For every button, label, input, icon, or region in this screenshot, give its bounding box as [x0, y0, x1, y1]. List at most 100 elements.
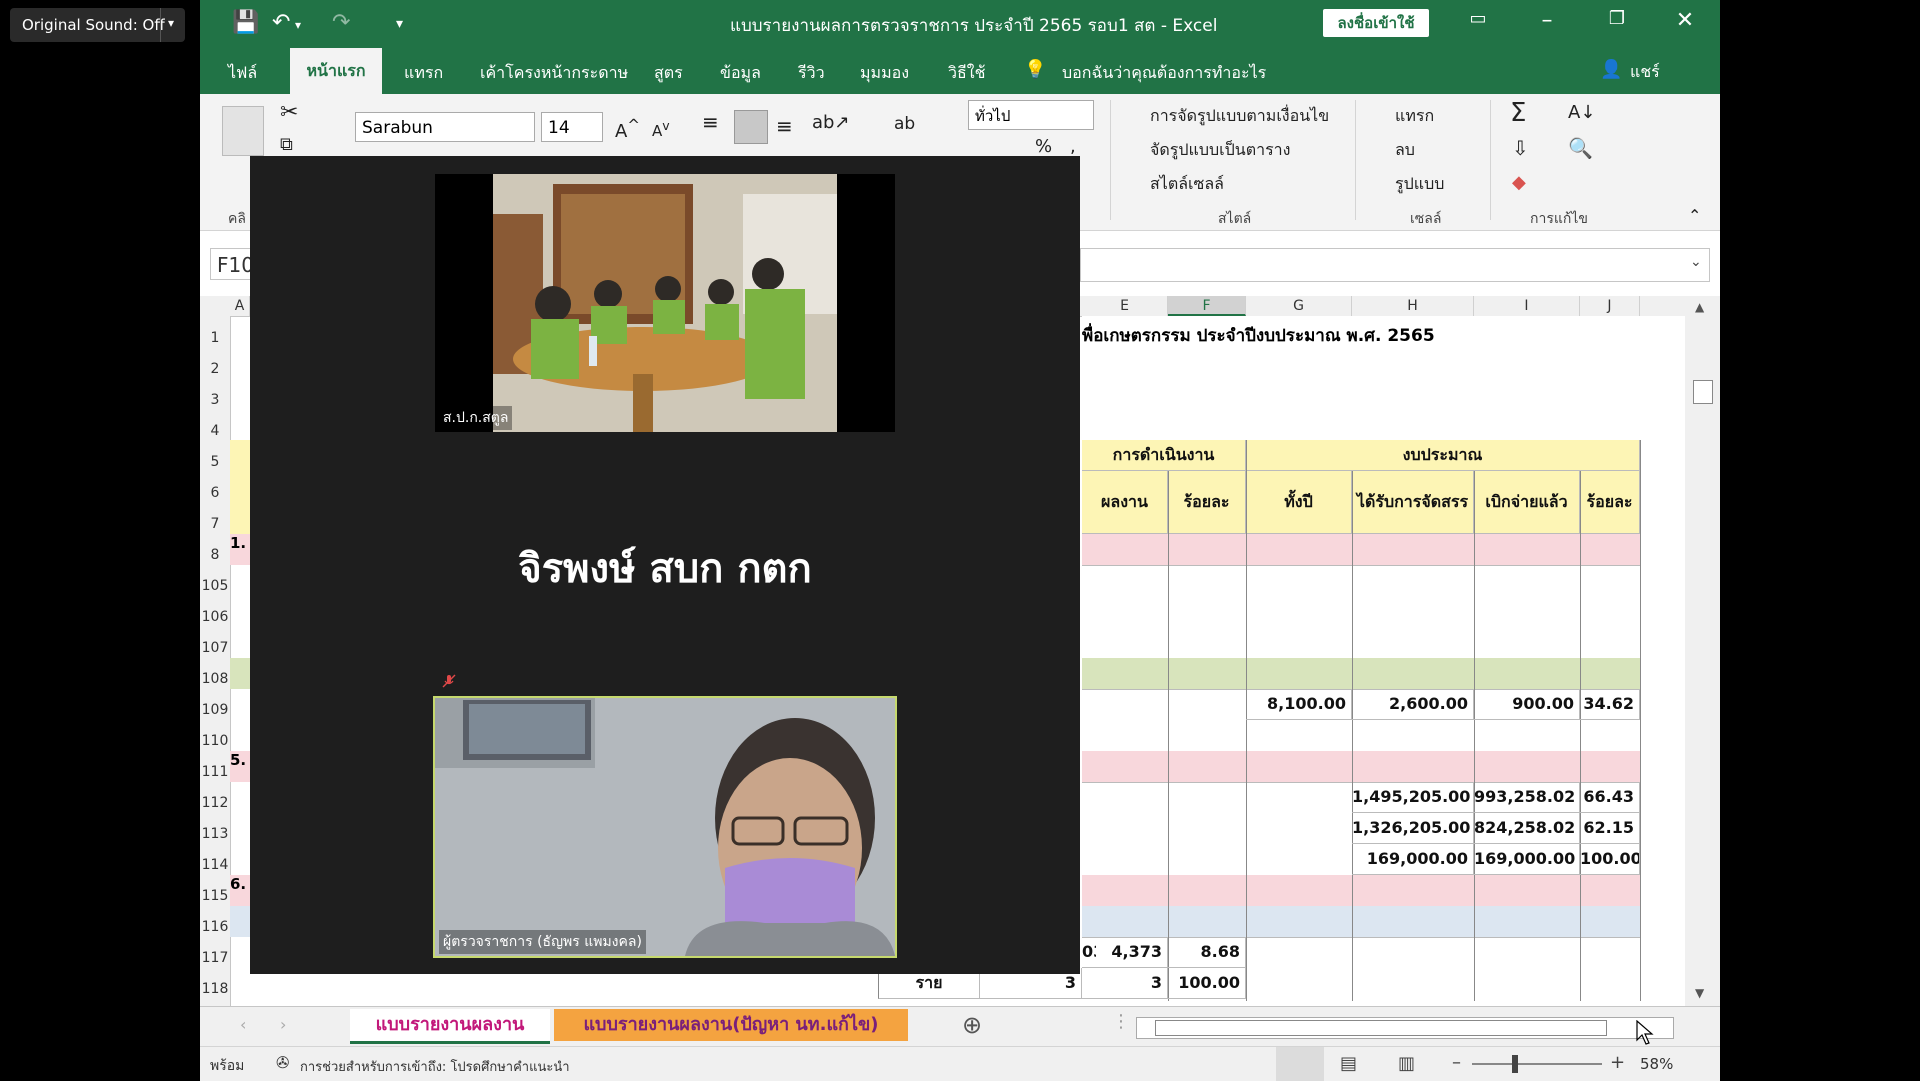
row-header[interactable]: 116 — [200, 919, 230, 935]
tab-file[interactable]: ไฟล์ — [228, 61, 257, 86]
zoom-in-icon[interactable]: + — [1610, 1052, 1625, 1073]
cell-h112[interactable]: 1,495,205.00 — [1352, 782, 1474, 813]
cell-j112[interactable]: 66.43 — [1580, 782, 1640, 813]
undo-dropdown-icon[interactable]: ▾ — [295, 18, 301, 32]
cell-h113[interactable]: 1,326,205.00 — [1352, 813, 1474, 844]
cell-e117[interactable]: 4,373 — [1082, 937, 1168, 968]
header-allocated[interactable]: ได้รับการจัดสรร — [1352, 471, 1474, 534]
row-header[interactable]: 105 — [200, 578, 230, 594]
number-format-select[interactable]: ทั่วไป — [968, 100, 1094, 130]
cell-i114[interactable]: 169,000.00 — [1474, 844, 1580, 875]
cell-a111[interactable]: 5. — [230, 751, 250, 782]
zoom-slider-thumb[interactable] — [1512, 1055, 1518, 1073]
header-total[interactable]: ทั้งปี — [1246, 471, 1352, 534]
row-header[interactable]: 2 — [200, 361, 230, 377]
tab-view[interactable]: มุมมอง — [860, 61, 909, 86]
tell-me-search[interactable]: บอกฉันว่าคุณต้องการทำอะไร — [1062, 61, 1266, 86]
tab-split-handle[interactable]: ⋮ — [1112, 1011, 1130, 1032]
paste-icon[interactable] — [222, 106, 264, 156]
wrap-text-icon[interactable]: ab — [894, 114, 915, 134]
column-header[interactable]: H — [1352, 296, 1474, 316]
tab-help[interactable]: วิธีใช้ — [948, 61, 985, 86]
row-header[interactable]: 6 — [200, 485, 230, 501]
cell-a115[interactable]: 6. — [230, 875, 250, 906]
cell-h114[interactable]: 169,000.00 — [1352, 844, 1474, 875]
cell-a108[interactable] — [230, 658, 250, 689]
cut-icon[interactable]: ✂ — [280, 100, 298, 125]
cell-g109[interactable]: 8,100.00 — [1246, 689, 1352, 720]
row-header[interactable]: 3 — [200, 392, 230, 408]
minimize-button[interactable]: – — [1527, 8, 1567, 33]
scroll-thumb[interactable] — [1693, 380, 1713, 404]
row-header[interactable]: 108 — [200, 671, 230, 687]
column-header[interactable]: F — [1168, 296, 1246, 316]
column-header[interactable]: I — [1474, 296, 1580, 316]
autosum-icon[interactable]: Σ — [1510, 98, 1526, 128]
column-header[interactable]: J — [1580, 296, 1640, 316]
share-button[interactable]: แชร์ — [1630, 60, 1660, 85]
header-result[interactable]: ผลงาน — [1082, 471, 1168, 534]
row-header[interactable]: 8 — [200, 547, 230, 563]
orientation-icon[interactable]: ab↗ — [812, 112, 850, 133]
column-header[interactable]: E — [1082, 296, 1168, 316]
cell-f117[interactable]: 8.68 — [1168, 937, 1246, 968]
row-header[interactable]: 115 — [200, 888, 230, 904]
cell-f118[interactable]: 100.00 — [1168, 968, 1246, 999]
cell-a8[interactable]: 1. — [230, 534, 250, 565]
row-header[interactable]: 118 — [200, 981, 230, 997]
hscroll-thumb[interactable] — [1155, 1020, 1607, 1036]
vertical-scrollbar[interactable]: ▲ ▼ — [1685, 296, 1720, 1006]
row-header[interactable]: 111 — [200, 764, 230, 780]
sort-filter-icon[interactable]: A↓ — [1568, 102, 1595, 123]
decrease-font-icon[interactable]: Av — [652, 118, 670, 140]
collapse-ribbon-icon[interactable]: ⌃ — [1688, 206, 1701, 225]
cell-j114[interactable]: 100.00 — [1580, 844, 1640, 875]
percent-icon[interactable]: % — [1035, 136, 1052, 157]
row-header[interactable]: 107 — [200, 640, 230, 656]
scroll-down-icon[interactable]: ▼ — [1695, 986, 1704, 1000]
add-sheet-icon[interactable]: ⊕ — [962, 1011, 982, 1039]
tab-insert[interactable]: แทรก — [404, 61, 443, 86]
header-spent[interactable]: เบิกจ่ายแล้ว — [1474, 471, 1580, 534]
original-sound-toggle[interactable]: Original Sound: Off ▾ — [10, 8, 185, 42]
accessibility-icon[interactable]: ✇ — [276, 1053, 289, 1072]
horizontal-scrollbar[interactable] — [1136, 1017, 1674, 1039]
row-header[interactable]: 109 — [200, 702, 230, 718]
tab-formulas[interactable]: สูตร — [654, 61, 683, 86]
cell-e118[interactable]: 3 — [1082, 968, 1168, 999]
page-layout-view-icon[interactable]: ▤ — [1340, 1053, 1357, 1074]
tab-page-layout[interactable]: เค้าโครงหน้ากระดาษ — [480, 61, 628, 86]
expand-formula-icon[interactable]: ⌄ — [1690, 254, 1702, 270]
sheet-tab-report-fixed[interactable]: แบบรายงานผลงาน(ปัญหา นท.แก้ไข) — [554, 1009, 908, 1041]
align-bottom-icon[interactable]: ≡ — [776, 114, 793, 138]
chevron-down-icon[interactable]: ▾ — [168, 16, 174, 30]
clear-icon[interactable]: ◆ — [1512, 172, 1526, 193]
cell-j109[interactable]: 34.62 — [1580, 689, 1640, 720]
accessibility-status[interactable]: การช่วยสำหรับการเข้าถึง: โปรดศึกษาคำแนะน… — [300, 1056, 570, 1077]
cell-i112[interactable]: 993,258.02 — [1474, 782, 1580, 813]
delete-cells-button[interactable]: ลบ — [1395, 138, 1415, 163]
conditional-formatting-button[interactable]: การจัดรูปแบบตามเงื่อนไข — [1150, 104, 1329, 129]
zoom-out-icon[interactable]: – — [1452, 1052, 1461, 1073]
align-top-icon[interactable]: ≡ — [702, 110, 719, 134]
row-header[interactable]: 4 — [200, 423, 230, 439]
next-sheet-icon[interactable]: › — [280, 1015, 286, 1034]
sign-in-button[interactable]: ลงชื่อเข้าใช้ — [1323, 9, 1429, 37]
normal-view-icon[interactable] — [1276, 1047, 1324, 1081]
header-operation[interactable]: การดำเนินงาน — [1082, 440, 1246, 471]
format-as-table-button[interactable]: จัดรูปแบบเป็นตาราง — [1150, 138, 1290, 163]
prev-sheet-icon[interactable]: ‹ — [240, 1015, 246, 1034]
cell-a116[interactable] — [230, 906, 250, 937]
row-header[interactable]: 7 — [200, 516, 230, 532]
cell-i113[interactable]: 824,258.02 — [1474, 813, 1580, 844]
font-size-select[interactable]: 14 — [541, 112, 603, 142]
formula-input[interactable] — [1080, 248, 1710, 282]
restore-button[interactable]: ❐ — [1597, 8, 1637, 29]
ribbon-display-icon[interactable]: ▭ — [1458, 8, 1498, 29]
row-header[interactable]: 113 — [200, 826, 230, 842]
cell-h109[interactable]: 2,600.00 — [1352, 689, 1474, 720]
zoom-slider[interactable] — [1472, 1063, 1602, 1065]
tab-data[interactable]: ข้อมูล — [720, 61, 761, 86]
format-cells-button[interactable]: รูปแบบ — [1395, 172, 1444, 197]
row-header[interactable]: 5 — [200, 454, 230, 470]
